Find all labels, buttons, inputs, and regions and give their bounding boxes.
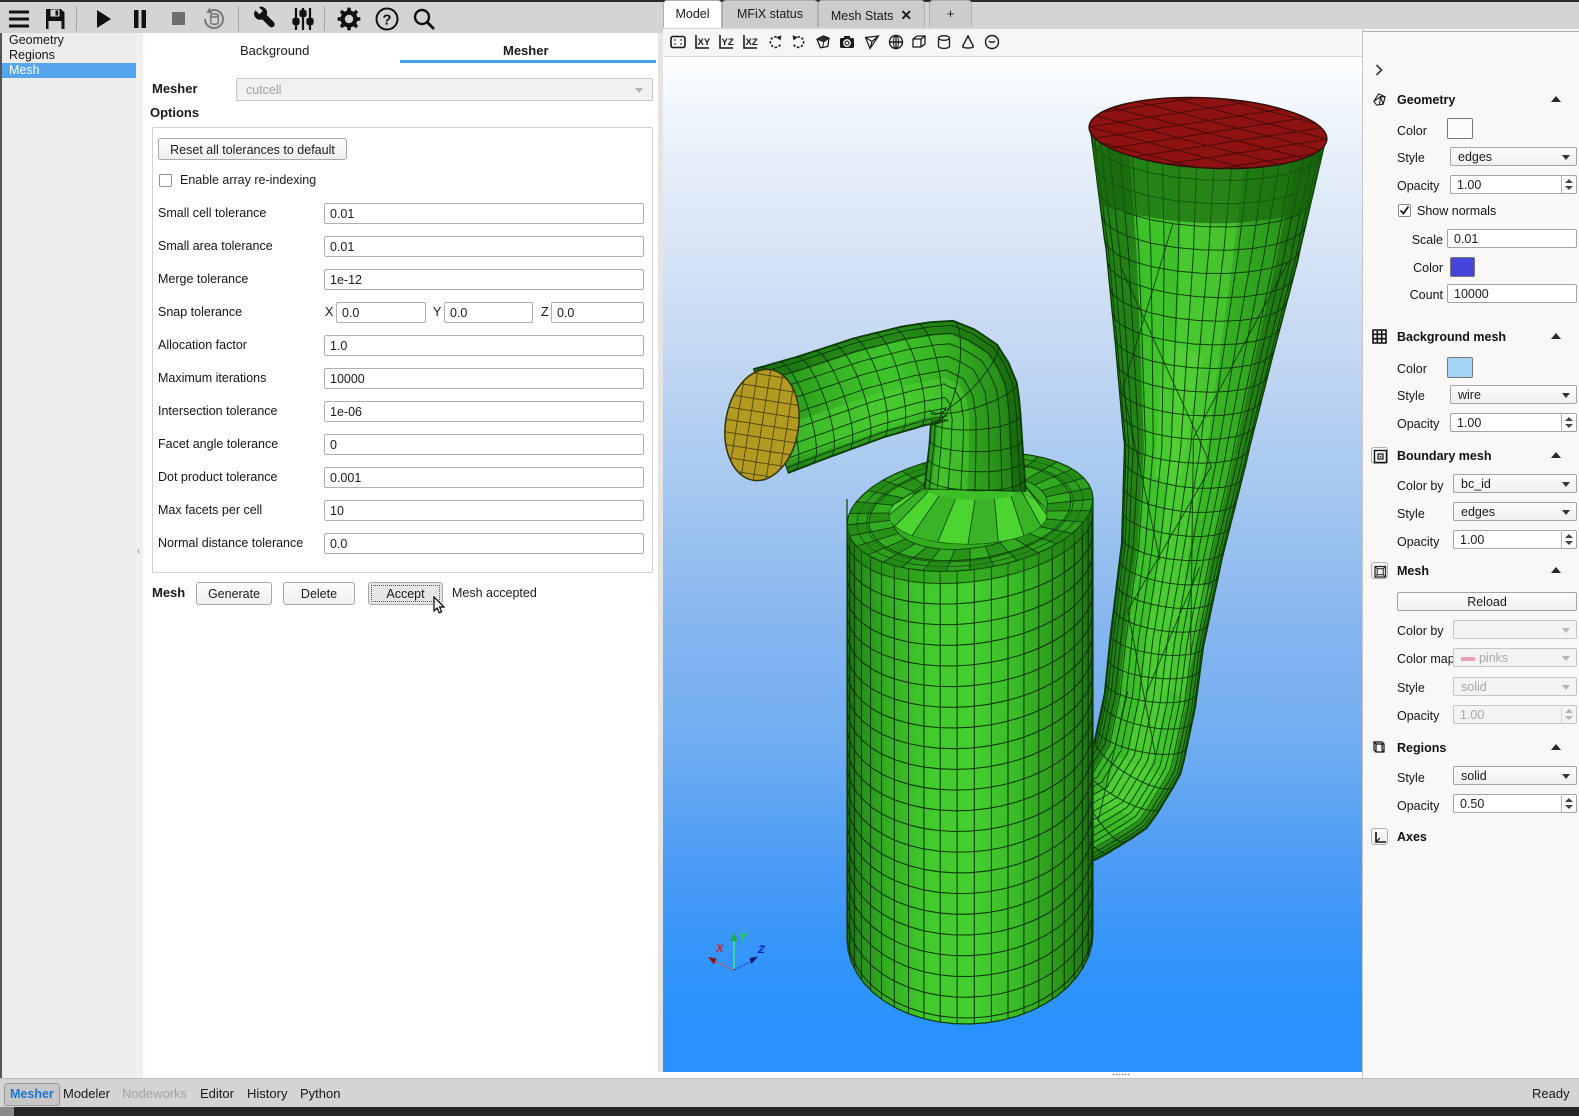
svg-text:XZ: XZ xyxy=(746,37,758,48)
svg-text:Y: Y xyxy=(739,931,748,943)
svg-text:?: ? xyxy=(382,12,391,29)
svg-text:Z: Z xyxy=(757,944,766,956)
svg-text:X: X xyxy=(715,943,724,955)
svg-text:XY: XY xyxy=(698,37,711,48)
svg-text:YZ: YZ xyxy=(722,37,734,48)
